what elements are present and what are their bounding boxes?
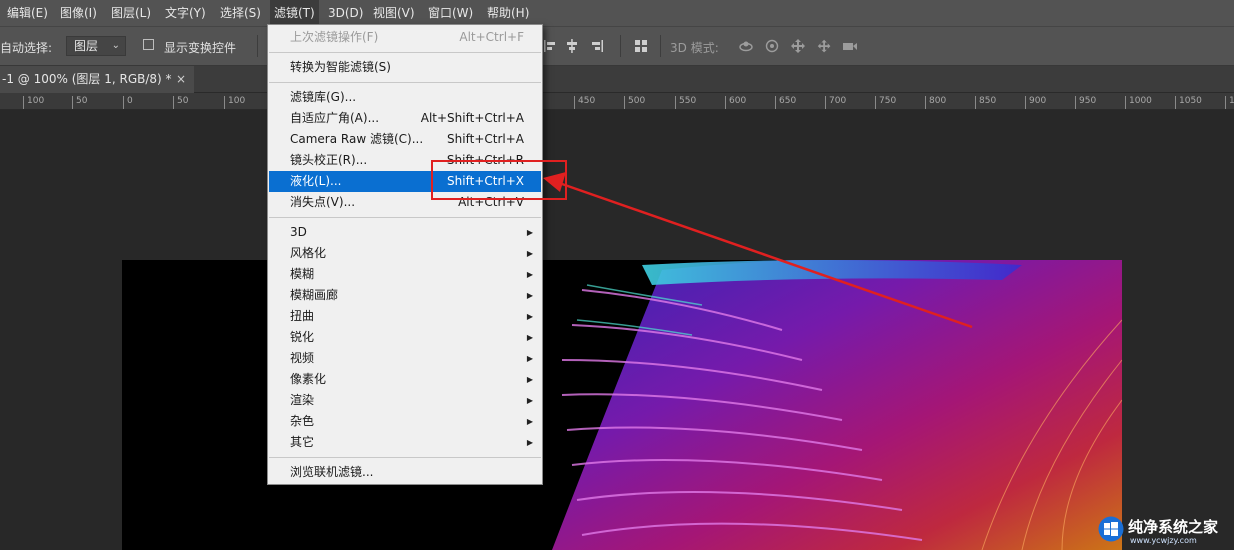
windows-logo-icon	[1098, 516, 1124, 542]
annotation-arrow	[543, 172, 973, 329]
watermark-title: 纯净系统之家	[1128, 518, 1219, 536]
watermark: 纯净系统之家 www.ycwjzy.com	[1092, 514, 1232, 548]
watermark-url: www.ycwjzy.com	[1130, 536, 1197, 545]
